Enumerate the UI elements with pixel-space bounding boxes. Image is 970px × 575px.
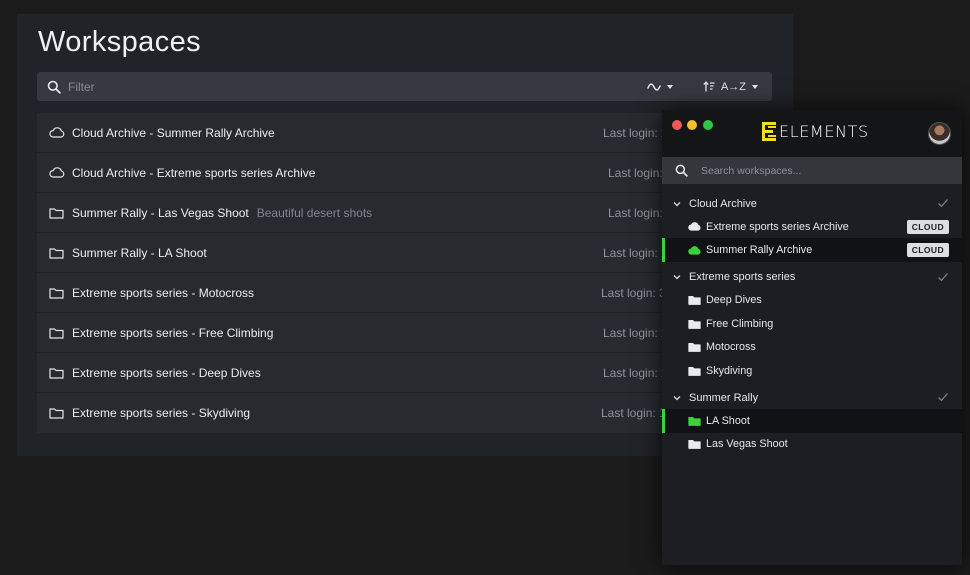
maximize-window-button[interactable] [703, 120, 713, 130]
tree-item-label: Summer Rally Archive [706, 244, 813, 257]
tree-item[interactable]: LA Shoot [662, 409, 962, 434]
folder-icon [49, 286, 65, 300]
folder-icon [49, 206, 65, 220]
chevron-down-icon [752, 84, 758, 89]
last-login: Last login: [608, 205, 663, 220]
filter-input[interactable] [68, 72, 647, 101]
tree-item-label: Motocross [706, 341, 756, 354]
tree-item-label: LA Shoot [706, 415, 750, 428]
tree-group-label: Extreme sports series [689, 271, 796, 284]
folder-icon [688, 295, 701, 306]
user-avatar[interactable] [928, 122, 951, 145]
tree-item[interactable]: Deep Dives [662, 289, 962, 312]
workspace-name: Extreme sports series - Free Climbing [72, 325, 274, 340]
sort-label: A→Z [720, 80, 746, 93]
workspace-name: Summer Rally - Las Vegas Shoot [72, 205, 249, 220]
chevron-down-icon [672, 272, 682, 282]
workspace-name: Cloud Archive - Extreme sports series Ar… [72, 165, 316, 180]
cloud-icon [49, 166, 65, 180]
last-login: Last login: 2 [603, 245, 668, 260]
last-login: Last login: [608, 165, 663, 180]
last-login: Last login: 3 [601, 285, 666, 300]
folder-icon [688, 416, 701, 427]
tree-item[interactable]: Skydiving [662, 359, 962, 382]
folder-icon [49, 326, 65, 340]
title-bar: ELEMENTS [662, 110, 962, 157]
tree-group-summer-rally[interactable]: Summer Rally [662, 386, 962, 409]
chevron-down-icon [672, 393, 682, 403]
folder-icon [688, 318, 701, 329]
close-window-button[interactable] [672, 120, 682, 130]
workspace-name: Cloud Archive - Summer Rally Archive [72, 125, 275, 140]
minimize-window-button[interactable] [687, 120, 697, 130]
folder-icon [49, 366, 65, 380]
folder-icon [688, 439, 701, 450]
search-icon [675, 164, 688, 177]
cloud-badge: CLOUD [906, 220, 949, 234]
view-mode-dropdown[interactable] [647, 82, 673, 92]
last-login: Last login: 1 [601, 406, 666, 420]
elements-app-window: ELEMENTS Cloud Archive Extreme sports ser… [662, 110, 962, 565]
tree-item-label: Free Climbing [706, 317, 774, 330]
folder-icon [688, 365, 701, 376]
tree-item[interactable]: Free Climbing [662, 312, 962, 335]
tree-item-label: Deep Dives [706, 294, 762, 307]
last-login: Last login: 2 [603, 125, 668, 140]
tree-item-label: Skydiving [706, 364, 753, 377]
workspace-search-bar [662, 157, 962, 184]
page-title: Workspaces [38, 26, 202, 58]
last-login: Last login: 2 [603, 325, 668, 340]
last-login: Last login: 2 [603, 365, 668, 380]
workspace-tree: Cloud Archive Extreme sports series Archi… [662, 192, 962, 456]
cloud-icon [49, 126, 65, 140]
tree-item-label: Extreme sports series Archive [706, 220, 849, 233]
workspace-name: Extreme sports series - Deep Dives [72, 365, 261, 380]
chevron-down-icon [672, 199, 682, 209]
cloud-icon [688, 245, 701, 256]
folder-icon [49, 246, 65, 260]
cloud-icon [688, 221, 701, 232]
folder-icon [49, 406, 65, 420]
workspace-name: Extreme sports series - Motocross [72, 285, 255, 300]
filter-bar: A→Z [37, 72, 772, 101]
tree-group-extreme-sports-series[interactable]: Extreme sports series [662, 266, 962, 289]
elements-logo: ELEMENTS [762, 122, 869, 141]
tree-item-label: Las Vegas Shoot [706, 438, 788, 451]
tree-group-label: Summer Rally [689, 391, 759, 404]
wave-icon [647, 82, 661, 92]
workspace-description: Beautiful desert shots [256, 205, 373, 220]
workspace-name: Extreme sports series - Skydiving [72, 406, 251, 420]
sort-dropdown[interactable]: A→Z [703, 81, 758, 93]
logo-text: ELEMENTS [779, 122, 869, 141]
tree-group-cloud-archive[interactable]: Cloud Archive [662, 192, 962, 215]
check-icon[interactable] [937, 271, 949, 283]
check-icon[interactable] [937, 197, 949, 209]
tree-item[interactable]: Las Vegas Shoot [662, 433, 962, 456]
workspace-name: Summer Rally - LA Shoot [72, 245, 207, 260]
workspace-search-input[interactable] [701, 157, 962, 184]
tree-item[interactable]: Motocross [662, 336, 962, 359]
chevron-down-icon [666, 84, 673, 89]
search-icon [47, 80, 61, 94]
cloud-badge: CLOUD [906, 243, 949, 258]
folder-icon [688, 342, 701, 353]
tree-group-label: Cloud Archive [689, 197, 757, 210]
check-icon[interactable] [937, 391, 949, 403]
elements-logo-icon [762, 122, 776, 141]
tree-item[interactable]: Summer Rally Archive CLOUD [662, 238, 962, 263]
sort-icon [703, 80, 715, 93]
tree-item[interactable]: Extreme sports series Archive CLOUD [662, 215, 962, 238]
